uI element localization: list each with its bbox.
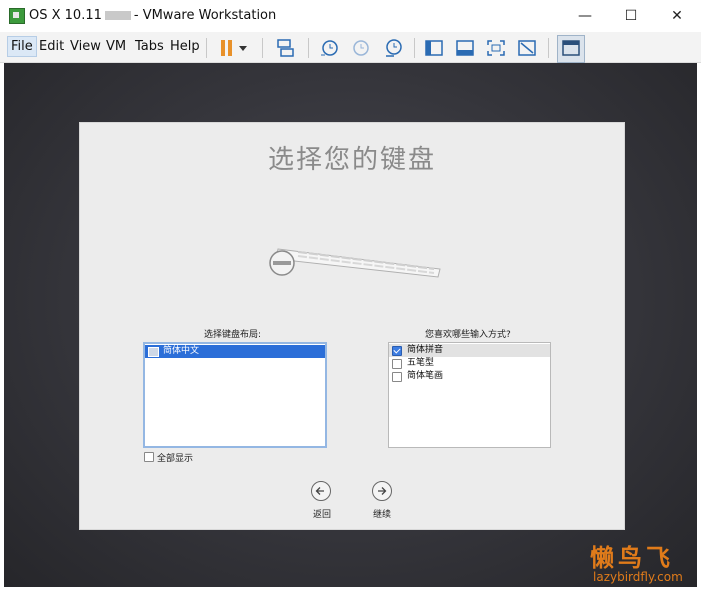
forward-arrow-icon — [378, 487, 387, 495]
input-method-label-text: 五笔型 — [407, 358, 435, 368]
console-view-icon[interactable] — [557, 35, 585, 63]
menu-tabs[interactable]: Tabs — [135, 39, 164, 54]
toolbar-separator — [206, 38, 207, 58]
menu-view[interactable]: View — [70, 39, 101, 54]
back-button[interactable] — [311, 481, 331, 501]
unity-icon[interactable] — [516, 37, 538, 59]
checkbox-icon[interactable] — [392, 372, 402, 382]
layout-item[interactable]: 简体中文 — [145, 345, 325, 358]
toolbar-separator — [262, 38, 263, 58]
close-button[interactable]: ✕ — [654, 0, 700, 32]
window-title: OS X 10.11 - VMware Workstation — [29, 8, 276, 23]
toolbar-separator — [308, 38, 309, 58]
show-all-checkbox[interactable] — [144, 452, 154, 462]
snapshot-take-icon[interactable] — [318, 37, 340, 59]
snapshot-manager-icon[interactable] — [382, 37, 404, 59]
checked-checkbox-icon[interactable] — [392, 346, 402, 356]
keyboard-illustration — [258, 241, 448, 289]
menu-file[interactable]: File — [7, 36, 37, 57]
layout-item-label: 简体中文 — [163, 346, 200, 356]
fullscreen-icon[interactable] — [485, 37, 507, 59]
input-method-item[interactable]: 五笔型 — [389, 357, 550, 370]
menu-edit[interactable]: Edit — [39, 39, 64, 54]
back-arrow-icon — [315, 487, 324, 495]
menu-vm[interactable]: VM — [106, 39, 126, 54]
show-library-icon[interactable] — [423, 37, 445, 59]
keyboard-layout-list[interactable]: 简体中文 — [143, 342, 327, 448]
input-method-label-text: 简体拼音 — [407, 345, 444, 355]
window-title-prefix: OS X 10.11 — [29, 8, 102, 23]
page-title: 选择您的键盘 — [267, 145, 436, 175]
dropdown-arrow-icon[interactable] — [236, 37, 250, 59]
input-method-item[interactable]: 简体拼音 — [389, 344, 550, 357]
vmware-app-icon — [9, 8, 25, 24]
show-all-label: 全部显示 — [157, 454, 194, 464]
input-method-label: 您喜欢哪些输入方式? — [425, 330, 511, 340]
fit-guest-icon[interactable] — [454, 37, 476, 59]
show-all-option[interactable]: 全部显示 — [144, 451, 193, 464]
layout-label: 选择键盘布局: — [204, 330, 262, 340]
watermark-url: lazybirdfly.com — [593, 570, 683, 584]
minimize-button[interactable]: — — [562, 0, 608, 32]
close-icon: ✕ — [671, 8, 683, 24]
checkbox-icon[interactable] — [392, 359, 402, 369]
maximize-button[interactable]: ☐ — [608, 0, 654, 32]
continue-label: 继续 — [373, 510, 392, 520]
menu-toolbar: File Edit View VM Tabs Help — [0, 32, 701, 63]
minimize-icon: — — [578, 8, 592, 24]
send-keys-icon[interactable] — [274, 37, 296, 59]
maximize-icon: ☐ — [624, 8, 638, 24]
input-method-list[interactable]: 简体拼音 五笔型 简体笔画 — [388, 342, 551, 448]
continue-button[interactable] — [372, 481, 392, 501]
input-method-item[interactable]: 简体笔画 — [389, 370, 550, 383]
keyboard-setup-panel: 选择您的键盘 选择键盘布局: 简体中文 全部显示 您喜欢哪些输入方式? 简体拼音… — [79, 122, 625, 530]
window-title-suffix: - VMware Workstation — [133, 8, 277, 23]
watermark-logo: 懒鸟飞 — [590, 544, 674, 572]
redacted-version-blur — [104, 11, 131, 20]
flag-icon — [148, 347, 159, 357]
back-label: 返回 — [313, 510, 332, 520]
toolbar-separator — [414, 38, 415, 58]
pause-icon[interactable] — [216, 37, 238, 59]
menu-help[interactable]: Help — [170, 39, 200, 54]
title-bar: OS X 10.11 - VMware Workstation — ☐ ✕ — [0, 0, 701, 32]
toolbar-separator — [548, 38, 549, 58]
input-method-label-text: 简体笔画 — [407, 371, 444, 381]
snapshot-revert-icon[interactable] — [350, 37, 372, 59]
